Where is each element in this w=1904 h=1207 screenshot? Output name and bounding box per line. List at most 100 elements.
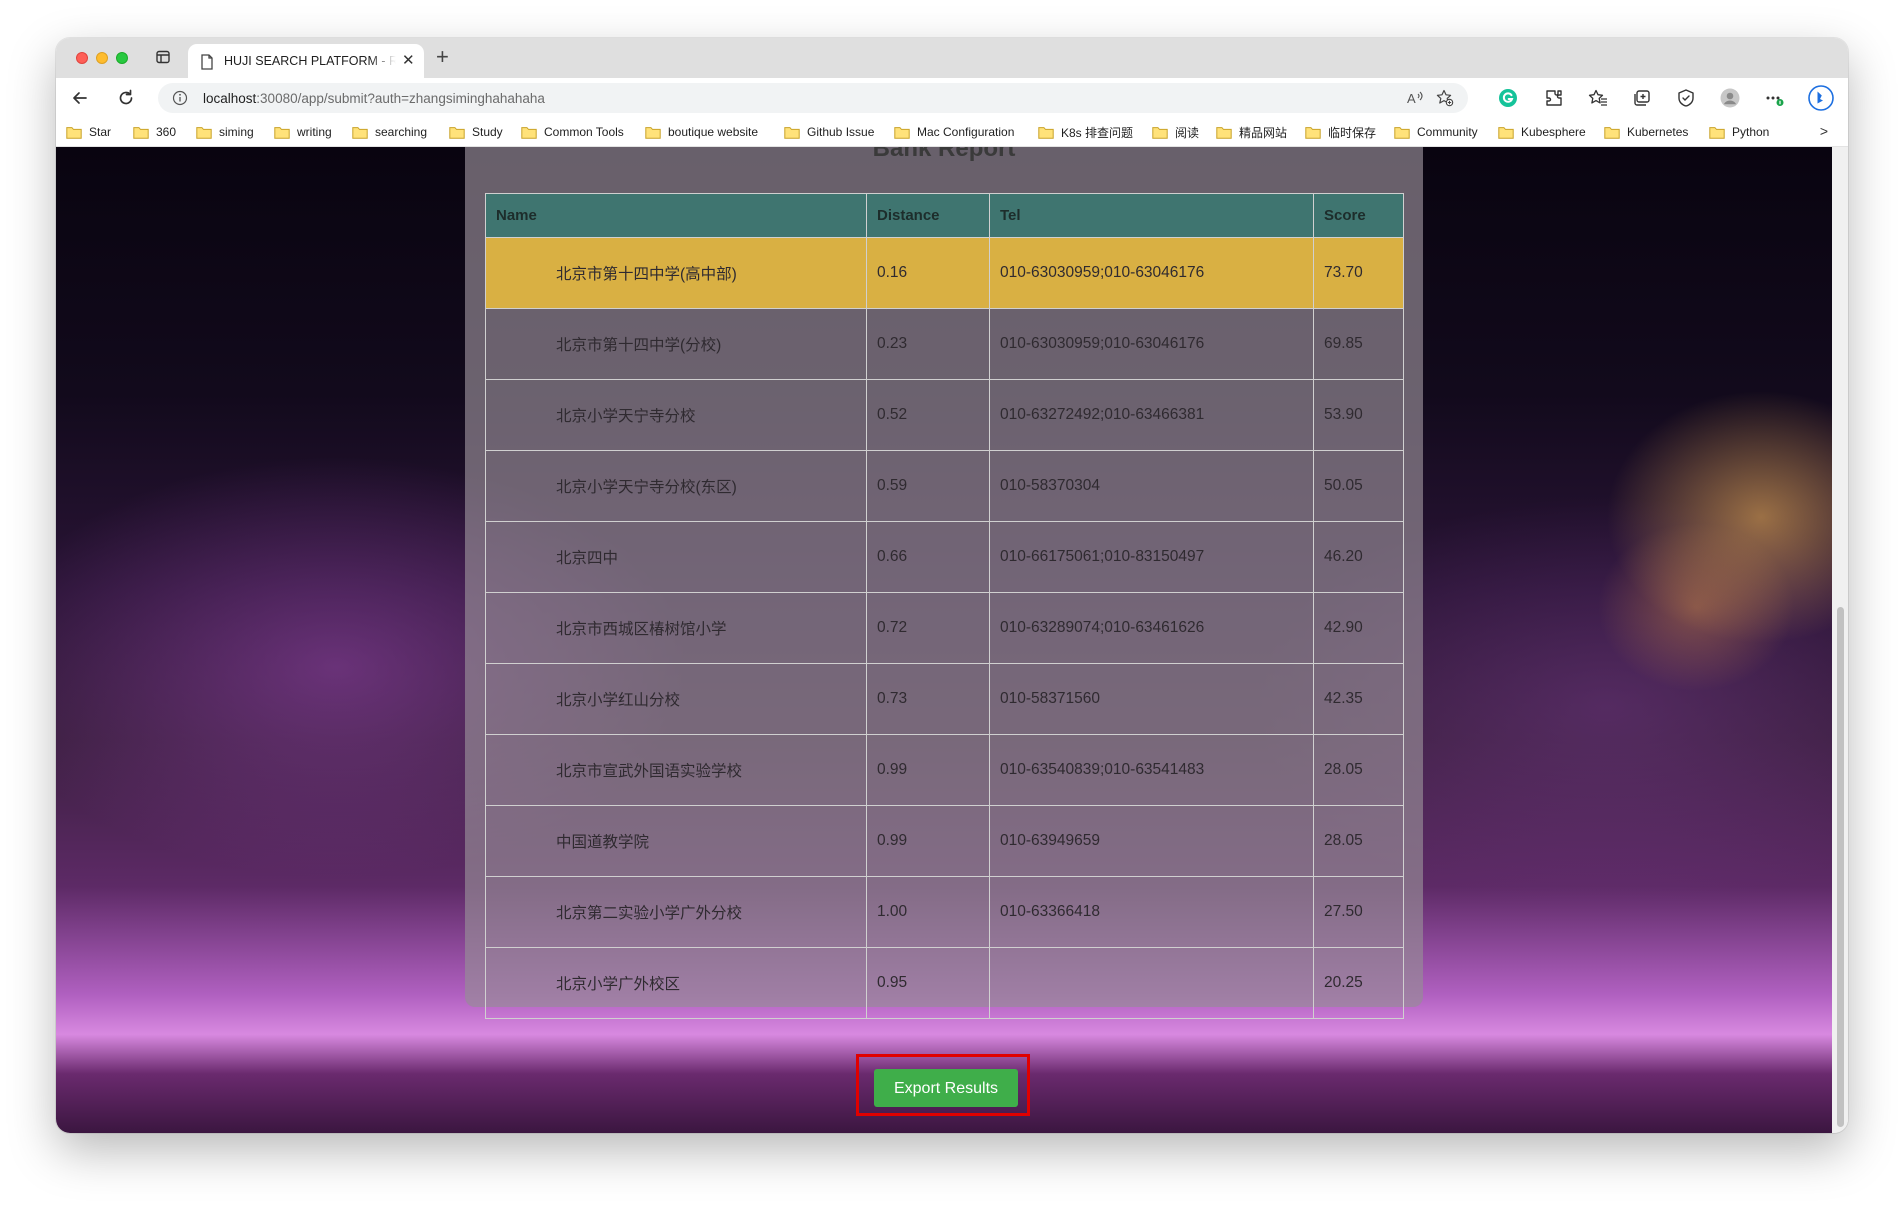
bookmark-kubernetes[interactable]: Kubernetes [1604, 124, 1688, 140]
bookmark-reading[interactable]: 阅读 [1152, 124, 1199, 140]
report-table: Name Distance Tel Score 北京市第十四中学(高中部) 0.1… [485, 193, 1404, 1019]
cell-distance: 0.95 [866, 947, 990, 1019]
table-row[interactable]: 北京市第十四中学(分校) 0.23 010-63030959;010-6304617… [485, 308, 1404, 380]
table-row[interactable]: 中国道教学院 0.99 010-63949659 28.05 [485, 805, 1404, 877]
page-content: Bank Report Name Distance Tel Score 北京市第… [56, 147, 1832, 1133]
page-icon [201, 54, 213, 70]
cell-tel: 010-63030959;010-63046176 [989, 237, 1314, 309]
reload-icon[interactable] [116, 88, 136, 108]
table-row[interactable]: 北京小学红山分校 0.73 010-58371560 42.35 [485, 663, 1404, 735]
bookmarks-overflow-chevron-icon[interactable]: > [1820, 123, 1828, 139]
profile-avatar-icon[interactable] [1720, 88, 1740, 108]
table-row[interactable]: 北京小学天宁寺分校 0.52 010-63272492;010-63466381 53… [485, 379, 1404, 451]
cell-name: 北京小学红山分校 [485, 663, 867, 735]
column-header-tel: Tel [989, 193, 1314, 238]
tab-strip: HUJI SEARCH PLATFORM - Re ✕ + [56, 38, 1848, 78]
bookmark-study[interactable]: Study [449, 124, 503, 140]
cell-score: 50.05 [1313, 450, 1404, 522]
cell-name: 北京第二实验小学广外分校 [485, 876, 867, 948]
grammarly-icon[interactable] [1498, 88, 1518, 108]
cell-score: 53.90 [1313, 379, 1404, 451]
back-arrow-icon[interactable] [70, 88, 90, 108]
bookmark-label: writing [297, 125, 332, 139]
folder-icon [1709, 126, 1725, 139]
window-minimize-button[interactable] [96, 52, 108, 64]
address-bar[interactable]: localhost:30080/app/submit?auth=zhangsim… [158, 83, 1468, 113]
table-row[interactable]: 北京市西城区椿树馆小学 0.72 010-63289074;010-63461626… [485, 592, 1404, 664]
bookmarks-bar: Star 360 siming writing searching Study … [56, 118, 1848, 147]
cell-score: 28.05 [1313, 734, 1404, 806]
table-row[interactable]: 北京第二实验小学广外分校 1.00 010-63366418 27.50 [485, 876, 1404, 948]
cell-distance: 0.16 [866, 237, 990, 309]
bookmark-label: Common Tools [544, 125, 624, 139]
folder-icon [1038, 126, 1054, 139]
bookmark-common-tools[interactable]: Common Tools [521, 124, 624, 140]
cell-name: 北京小学天宁寺分校 [485, 379, 867, 451]
new-tab-button[interactable]: + [436, 44, 449, 70]
export-results-button[interactable]: Export Results [874, 1069, 1018, 1107]
bookmark-temp-save[interactable]: 临时保存 [1305, 124, 1376, 140]
bookmark-label: searching [375, 125, 428, 139]
table-row[interactable]: 北京市宣武外国语实验学校 0.99 010-63540839;010-6354148… [485, 734, 1404, 806]
cell-score: 28.05 [1313, 805, 1404, 877]
table-row[interactable]: 北京市第十四中学(高中部) 0.16 010-63030959;010-630461… [485, 237, 1404, 309]
add-favorite-icon[interactable] [1436, 89, 1454, 107]
bookmark-kubesphere[interactable]: Kubesphere [1498, 124, 1586, 140]
bookmark-label: 临时保存 [1328, 125, 1377, 140]
folder-icon [1498, 126, 1514, 139]
window-close-button[interactable] [76, 52, 88, 64]
bookmark-star[interactable]: Star [66, 124, 111, 140]
table-row[interactable]: 北京小学广外校区 0.95 20.25 [485, 947, 1404, 1019]
site-info-icon[interactable] [172, 90, 188, 106]
bookmark-mac-configuration[interactable]: Mac Configuration [894, 124, 1014, 140]
bookmark-writing[interactable]: writing [274, 124, 332, 140]
bookmark-label: Kubernetes [1627, 125, 1689, 139]
bookmark-siming[interactable]: siming [196, 124, 254, 140]
bookmark-k8s[interactable]: K8s 排查问题 [1038, 124, 1133, 140]
extensions-icon[interactable] [1544, 88, 1564, 108]
browser-essentials-icon[interactable] [1676, 88, 1696, 108]
bookmark-boutique-website[interactable]: boutique website [645, 124, 758, 140]
cell-score: 42.35 [1313, 663, 1404, 735]
cell-name: 北京小学广外校区 [485, 947, 867, 1019]
folder-icon [784, 126, 800, 139]
tab-title: HUJI SEARCH PLATFORM - Re [224, 54, 396, 68]
folder-icon [894, 126, 910, 139]
folder-icon [645, 126, 661, 139]
folder-icon [352, 126, 368, 139]
bookmark-label: 阅读 [1175, 125, 1200, 140]
export-callout-highlight: Export Results [856, 1054, 1030, 1116]
window-maximize-button[interactable] [116, 52, 128, 64]
bookmark-featured-sites[interactable]: 精品网站 [1216, 124, 1287, 140]
cell-tel: 010-63289074;010-63461626 [989, 592, 1314, 664]
more-options-icon[interactable] [1764, 88, 1784, 108]
bing-copilot-icon[interactable] [1808, 85, 1834, 111]
cell-tel: 010-58371560 [989, 663, 1314, 735]
vertical-scrollbar[interactable] [1832, 147, 1848, 1133]
cell-name: 北京市第十四中学(高中部) [485, 237, 867, 309]
tab-actions-icon[interactable] [156, 50, 170, 64]
cell-distance: 0.52 [866, 379, 990, 451]
cell-distance: 0.99 [866, 805, 990, 877]
bookmark-github-issue[interactable]: Github Issue [784, 124, 874, 140]
table-row[interactable]: 北京小学天宁寺分校(东区) 0.59 010-58370304 50.05 [485, 450, 1404, 522]
active-tab[interactable]: HUJI SEARCH PLATFORM - Re ✕ [188, 44, 424, 78]
cell-name: 北京市西城区椿树馆小学 [485, 592, 867, 664]
report-title: Bank Report [872, 147, 1016, 162]
table-header-row: Name Distance Tel Score [485, 193, 1404, 238]
bookmark-python[interactable]: Python [1709, 124, 1769, 140]
bookmark-360[interactable]: 360 [133, 124, 176, 140]
favorites-icon[interactable] [1588, 88, 1608, 108]
tab-close-icon[interactable]: ✕ [402, 53, 415, 69]
bookmark-label: Kubesphere [1521, 125, 1586, 139]
scrollbar-thumb[interactable] [1837, 607, 1844, 1127]
bookmark-community[interactable]: Community [1394, 124, 1478, 140]
url-text[interactable]: localhost:30080/app/submit?auth=zhangsim… [203, 91, 545, 106]
folder-icon [1216, 126, 1232, 139]
bookmark-label: Study [472, 125, 503, 139]
read-aloud-icon[interactable]: A [1406, 89, 1424, 107]
report-panel: Bank Report Name Distance Tel Score 北京市第… [465, 147, 1423, 1019]
bookmark-searching[interactable]: searching [352, 124, 427, 140]
collections-icon[interactable] [1632, 88, 1652, 108]
table-row[interactable]: 北京四中 0.66 010-66175061;010-83150497 46.20 [485, 521, 1404, 593]
